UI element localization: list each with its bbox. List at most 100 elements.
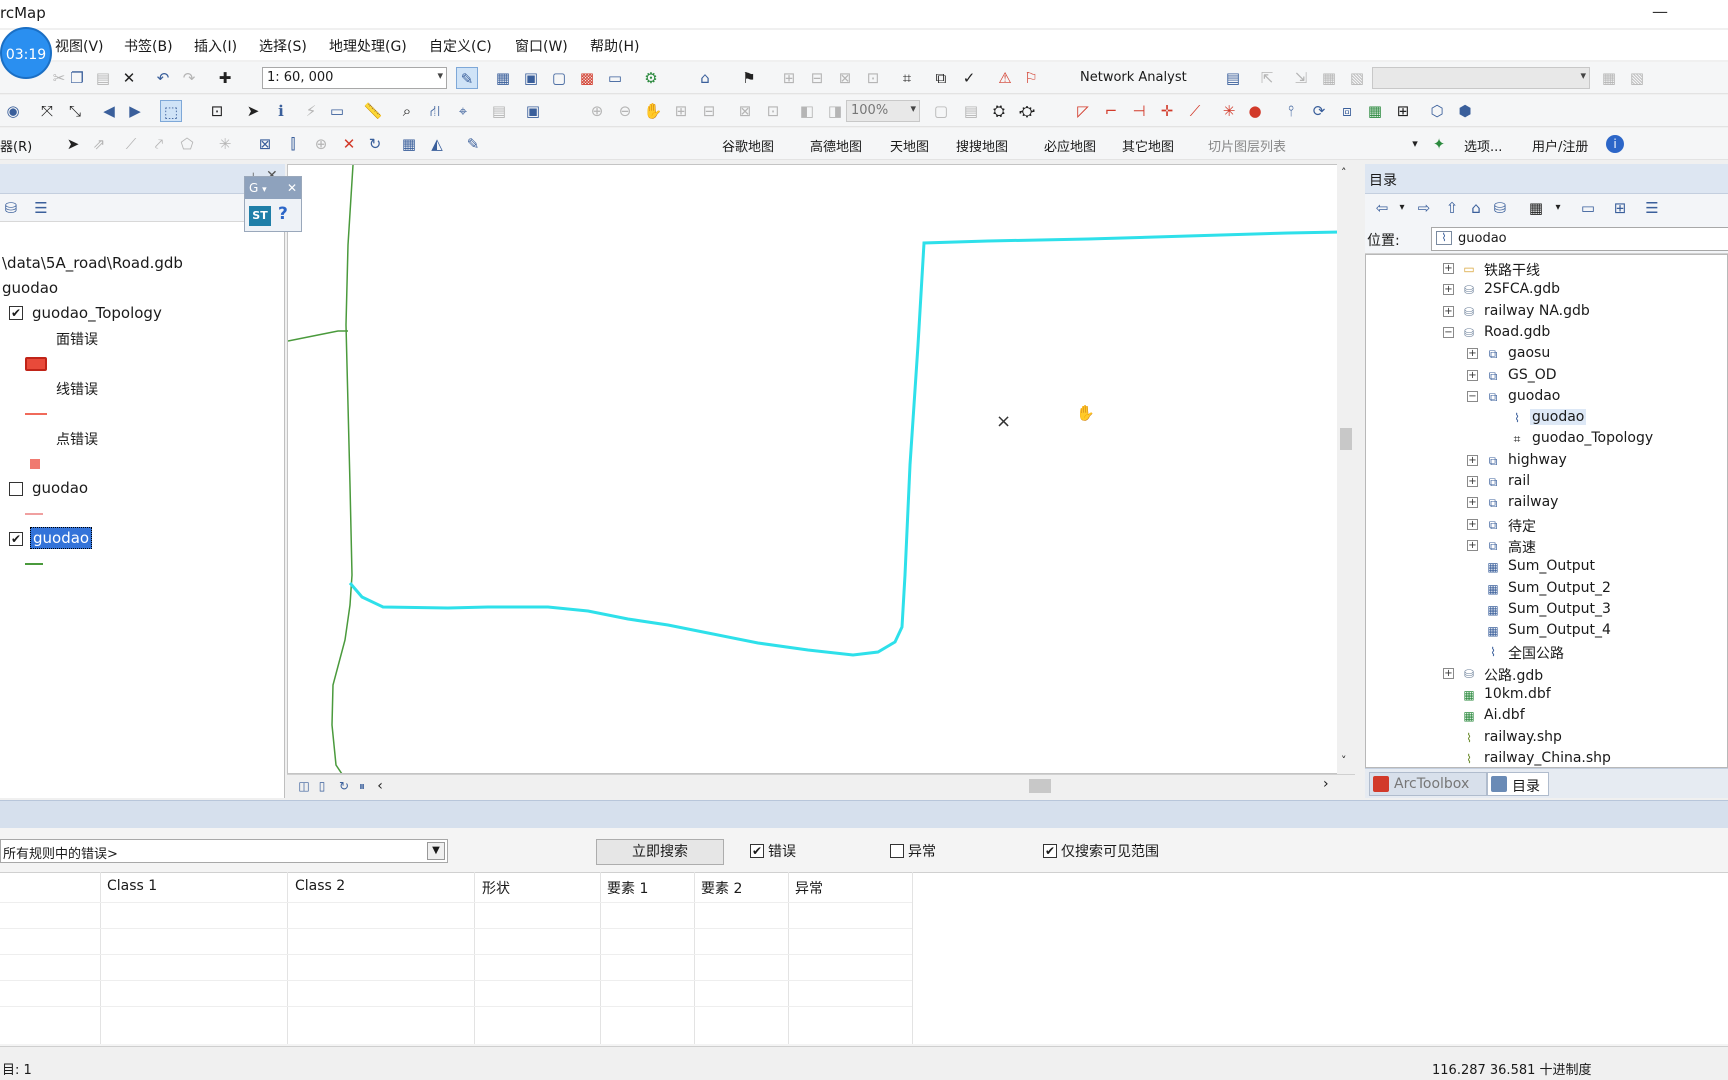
search-window-icon[interactable]: ▢ <box>548 67 570 89</box>
vertical-scroll-thumb[interactable] <box>1340 428 1352 450</box>
draw-tool-11-icon[interactable]: ▦ <box>1364 100 1386 122</box>
chevron-down-icon[interactable]: ▼ <box>427 842 445 860</box>
catalog-tree-item[interactable]: + ⧉ gaosu <box>1366 344 1726 365</box>
topology-edit-icon[interactable]: ⊠ <box>254 133 276 155</box>
na-tool-4-icon[interactable]: ▧ <box>1346 67 1368 89</box>
layer-checkbox-guodao-2[interactable]: ✔ <box>9 532 23 546</box>
na-tool-3-icon[interactable]: ▦ <box>1318 67 1340 89</box>
error-table[interactable] <box>0 872 1728 1044</box>
layout-tool-2-icon[interactable]: ⊖ <box>614 100 636 122</box>
hyperlink-icon[interactable]: ⚡ <box>300 100 322 122</box>
errors-checkbox[interactable]: ✔ <box>750 844 764 858</box>
help-button[interactable]: ? <box>278 204 288 224</box>
fixed-zoom-in-icon[interactable]: ⤧ <box>36 100 58 122</box>
draw-tool-5-icon[interactable]: ⟋ <box>1184 100 1206 122</box>
find-route-icon[interactable]: ⛙ <box>424 100 446 122</box>
menu-help[interactable]: 帮助(H) <box>590 36 639 56</box>
draw-tool-10-icon[interactable]: ⧈ <box>1336 100 1358 122</box>
catalog-tree-item[interactable]: + ⧉ 待定 <box>1366 515 1726 536</box>
map-canvas[interactable]: × ✋ <box>288 165 1341 773</box>
col-header-class1[interactable]: Class 1 <box>107 878 157 894</box>
menu-view[interactable]: 视图(V) <box>55 36 104 56</box>
chevron-down-icon[interactable]: ▾ <box>262 185 267 195</box>
catalog-tree-item[interactable]: + ⧉ highway <box>1366 451 1726 472</box>
list-by-source-icon[interactable]: ⛁ <box>0 197 22 219</box>
edit-tool-icon[interactable]: ➤ <box>62 133 84 155</box>
search-now-button[interactable]: 立即搜索 <box>596 839 724 865</box>
menu-customize[interactable]: 自定义(C) <box>429 36 492 56</box>
col-header-exception[interactable]: 异常 <box>795 878 823 898</box>
time-slider-icon[interactable]: ▤ <box>488 100 510 122</box>
catalog-tree-item[interactable]: ▦ Sum_Output <box>1366 557 1726 578</box>
catalog-tree-item[interactable]: + ⧉ GS_OD <box>1366 366 1726 387</box>
layout-tool-1-icon[interactable]: ⊕ <box>586 100 608 122</box>
create-features-icon[interactable]: ✎ <box>462 133 484 155</box>
draw-tool-1-icon[interactable]: ◸ <box>1072 100 1094 122</box>
chevron-down-icon[interactable]: ▾ <box>1391 197 1413 219</box>
col-header-feature2[interactable]: 要素 2 <box>701 878 742 898</box>
expand-icon[interactable]: + <box>1467 348 1478 360</box>
up-one-level-icon[interactable]: ⇧ <box>1441 197 1463 219</box>
catalog-tree-item[interactable]: − ⧉ guodao <box>1366 387 1726 408</box>
catalog-tree-item[interactable]: + ▭ 铁路干线 <box>1366 259 1726 280</box>
layout-tool-7-icon[interactable]: ⊡ <box>762 100 784 122</box>
toggle-contents-icon[interactable]: ⊞ <box>1609 197 1631 219</box>
draw-tool-13-icon[interactable]: ⬡ <box>1426 100 1448 122</box>
draw-tool-3-icon[interactable]: ⊣ <box>1128 100 1150 122</box>
expand-icon[interactable]: + <box>1443 667 1454 679</box>
home-icon[interactable]: ⌂ <box>1465 197 1487 219</box>
basemap-google[interactable]: 谷歌地图 <box>722 136 774 155</box>
topology-tool-3-icon[interactable]: ⊠ <box>834 67 856 89</box>
catalog-tree-item[interactable]: ▦ Sum_Output_4 <box>1366 621 1726 642</box>
col-header-class2[interactable]: Class 2 <box>295 878 345 894</box>
route-icon[interactable]: ⌂ <box>694 67 716 89</box>
layout-tool-10-icon[interactable]: ▢ <box>930 100 952 122</box>
topology-delete-icon[interactable]: ✕ <box>338 133 360 155</box>
na-tool-1-icon[interactable]: ⇱ <box>1256 67 1278 89</box>
layer-guodao-1[interactable]: guodao <box>32 479 88 497</box>
na-tool-5-icon[interactable]: ▦ <box>1598 67 1620 89</box>
validate-topology-icon[interactable]: ⌗ <box>896 67 918 89</box>
forward-icon[interactable]: ⇨ <box>1413 197 1435 219</box>
layout-tool-4-icon[interactable]: ⊞ <box>670 100 692 122</box>
error-filter-combo[interactable]: 所有规则中的错误> ▼ <box>0 839 448 863</box>
topology-tool-2-icon[interactable]: ⊟ <box>806 67 828 89</box>
find-icon[interactable]: ⌕ <box>396 100 418 122</box>
st-button[interactable]: ST <box>249 206 271 226</box>
close-icon[interactable]: ✕ <box>287 177 297 199</box>
python-window-icon[interactable]: ▭ <box>604 67 626 89</box>
catalog-window-icon[interactable]: ▣ <box>520 67 542 89</box>
pin-icon[interactable]: ✦ <box>1428 133 1450 155</box>
catalog-tree-item[interactable]: ⌗ guodao_Topology <box>1366 429 1726 450</box>
catalog-tree-item[interactable]: ▦ 10km.dbf <box>1366 685 1726 706</box>
scale-combo[interactable]: 1: 60, 000 ▾ <box>262 67 447 89</box>
register-menu[interactable]: 用户/注册 <box>1532 136 1588 155</box>
clear-selection-icon[interactable]: ⊡ <box>206 100 228 122</box>
create-viewer-icon[interactable]: ▣ <box>522 100 544 122</box>
info-icon[interactable]: i <box>1606 135 1624 153</box>
basemap-tianditu[interactable]: 天地图 <box>890 136 929 155</box>
globe-icon[interactable]: ◉ <box>2 100 24 122</box>
layer-topology[interactable]: guodao_Topology <box>32 304 162 322</box>
copy-icon[interactable]: ❐ <box>66 67 88 89</box>
rotate-icon[interactable]: ↻ <box>364 133 386 155</box>
minimize-button[interactable]: — <box>1640 0 1680 28</box>
paste-icon[interactable]: ▤ <box>92 67 114 89</box>
menu-insert[interactable]: 插入(I) <box>194 36 237 56</box>
editor-menu[interactable]: 器(R) <box>0 136 32 155</box>
tab-arctoolbox[interactable]: ArcToolbox <box>1369 772 1487 796</box>
location-field[interactable]: ⌇ guodao <box>1431 227 1728 251</box>
expand-icon[interactable]: + <box>1467 518 1478 530</box>
catalog-tree-item[interactable]: + ⛁ 2SFCA.gdb <box>1366 280 1726 301</box>
split-icon[interactable]: ✳ <box>214 133 236 155</box>
expand-icon[interactable]: + <box>1467 539 1478 551</box>
layout-view-icon[interactable]: ▯ <box>311 775 333 797</box>
zoom-percent-combo[interactable]: 100% ▾ <box>846 100 920 122</box>
catalog-tree-item[interactable]: + ⧉ 高速 <box>1366 536 1726 557</box>
basemap-bing[interactable]: 必应地图 <box>1044 136 1096 155</box>
undo-icon[interactable]: ↶ <box>152 67 174 89</box>
mark-exception-icon[interactable]: ⚠ <box>994 67 1016 89</box>
menu-geoprocessing[interactable]: 地理处理(G) <box>329 36 407 56</box>
edit-annotation-icon[interactable]: ⇗ <box>88 133 110 155</box>
options-icon[interactable]: ☰ <box>1641 197 1663 219</box>
